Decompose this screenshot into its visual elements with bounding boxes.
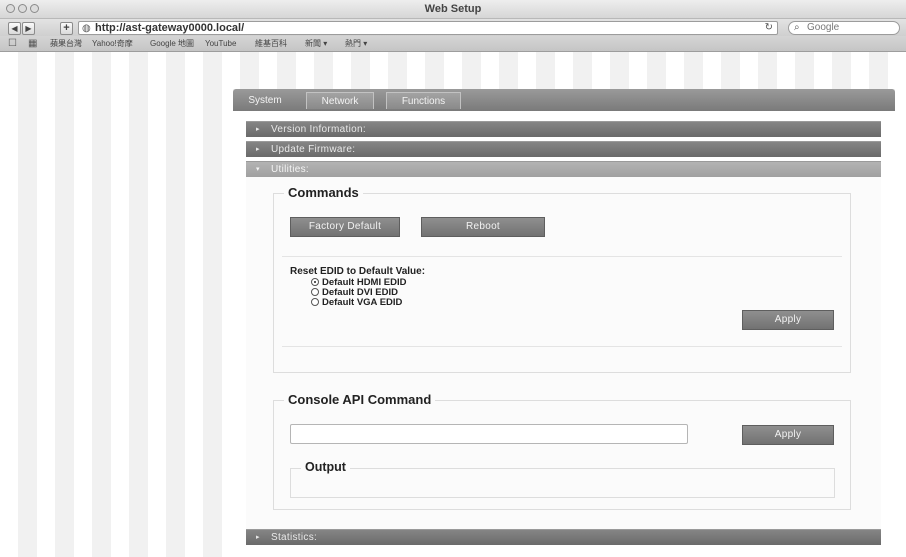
- bookmark-item[interactable]: 熱門 ▾: [345, 38, 367, 49]
- page-background: System Network Functions ▸ Version Infor…: [0, 52, 906, 557]
- factory-default-button[interactable]: Factory Default: [290, 217, 400, 237]
- back-button[interactable]: ◀: [8, 22, 21, 35]
- tab-system[interactable]: System: [239, 92, 291, 109]
- url-text: http://ast-gateway0000.local/: [95, 22, 245, 34]
- web-setup-panel: System Network Functions ▸ Version Infor…: [233, 89, 895, 557]
- bookmark-item[interactable]: 新聞 ▾: [305, 38, 327, 49]
- grid-icon[interactable]: ▦: [28, 38, 37, 49]
- radio-unchecked-icon[interactable]: [311, 298, 319, 306]
- accordion-label: Update Firmware:: [271, 144, 356, 155]
- globe-icon: ◍: [82, 23, 91, 34]
- accordion-utilities[interactable]: ▾ Utilities:: [246, 161, 881, 177]
- edid-apply-button[interactable]: Apply: [742, 310, 834, 330]
- plus-icon: +: [63, 22, 70, 34]
- window-title: Web Setup: [424, 3, 482, 15]
- accordion-update-firmware[interactable]: ▸ Update Firmware:: [246, 141, 881, 157]
- console-apply-button[interactable]: Apply: [742, 425, 834, 445]
- add-bookmark-button[interactable]: +: [60, 22, 73, 35]
- divider: [282, 346, 842, 347]
- browser-toolbar: ◀ ▶ + ◍ http://ast-gateway0000.local/ ↻ …: [0, 19, 906, 36]
- bookmark-item[interactable]: Yahoo!奇摩: [92, 38, 133, 49]
- forward-button[interactable]: ▶: [22, 22, 35, 35]
- address-bar[interactable]: ◍ http://ast-gateway0000.local/ ↻: [78, 21, 778, 35]
- utilities-body: Commands Factory Default Reboot Reset ED…: [246, 177, 881, 529]
- bookmark-item[interactable]: YouTube: [205, 38, 236, 49]
- chevron-right-icon: ▸: [256, 126, 260, 133]
- edid-title: Reset EDID to Default Value:: [290, 266, 426, 277]
- book-icon[interactable]: ☐: [8, 38, 17, 49]
- divider: [282, 256, 842, 257]
- commands-title: Commands: [284, 185, 363, 200]
- console-api-title: Console API Command: [284, 392, 436, 407]
- bookmark-item[interactable]: 蘋果台灣: [50, 38, 82, 49]
- accordion-version-information[interactable]: ▸ Version Information:: [246, 121, 881, 137]
- accordion-statistics[interactable]: ▸ Statistics:: [246, 529, 881, 545]
- tab-bar: System Network Functions: [233, 89, 895, 111]
- tab-network[interactable]: Network: [306, 92, 374, 109]
- window-titlebar: Web Setup: [0, 0, 906, 19]
- back-arrow-icon: ◀: [11, 24, 18, 33]
- radio-unchecked-icon[interactable]: [311, 288, 319, 296]
- bookmarks-bar: ☐ ▦ 蘋果台灣 Yahoo!奇摩 Google 地圖 YouTube 維基百科…: [0, 36, 906, 52]
- search-field[interactable]: ⌕ Google: [788, 21, 900, 35]
- accordion-label: Utilities:: [271, 164, 310, 175]
- chevron-down-icon: ▾: [256, 166, 260, 173]
- tab-functions[interactable]: Functions: [386, 92, 461, 109]
- edid-option-vga[interactable]: Default VGA EDID: [311, 298, 402, 308]
- console-command-input[interactable]: [290, 424, 688, 444]
- radio-checked-icon[interactable]: [311, 278, 319, 286]
- output-group: Output: [290, 460, 835, 498]
- accordion-label: Version Information:: [271, 124, 366, 135]
- chevron-right-icon: ▸: [256, 534, 260, 541]
- bookmark-item[interactable]: 維基百科: [255, 38, 287, 49]
- reboot-button[interactable]: Reboot: [421, 217, 545, 237]
- search-icon: ⌕: [794, 22, 800, 33]
- search-placeholder: Google: [807, 22, 840, 33]
- chevron-right-icon: ▸: [256, 146, 260, 153]
- accordion-label: Statistics:: [271, 532, 318, 543]
- forward-arrow-icon: ▶: [25, 24, 32, 33]
- commands-group: Commands Factory Default Reboot Reset ED…: [273, 185, 851, 373]
- bookmark-item[interactable]: Google 地圖: [150, 38, 194, 49]
- console-api-group: Console API Command Apply Output: [273, 392, 851, 510]
- output-title: Output: [301, 460, 350, 474]
- edid-option-label: Default VGA EDID: [322, 297, 403, 308]
- reload-icon[interactable]: ↻: [765, 22, 773, 34]
